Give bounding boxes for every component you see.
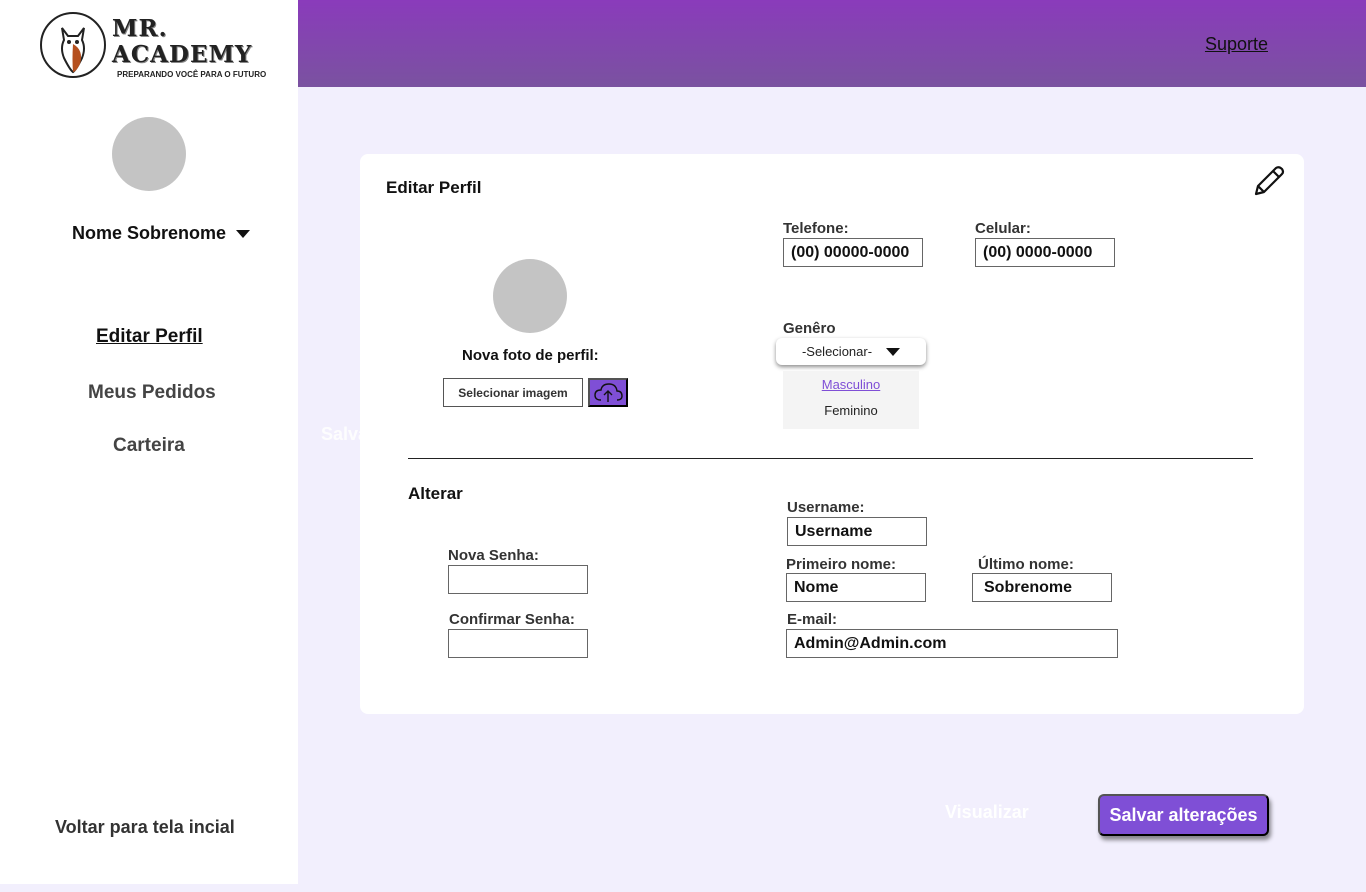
pencil-icon[interactable] [1250, 162, 1288, 200]
gender-select[interactable]: -Selecionar- [776, 338, 926, 365]
top-header: Suporte [298, 0, 1366, 87]
email-input[interactable] [786, 629, 1118, 658]
confirm-password-label: Confirmar Senha: [449, 611, 575, 628]
mobile-input[interactable] [975, 238, 1115, 267]
support-link[interactable]: Suporte [1205, 34, 1268, 55]
save-changes-button[interactable]: Salvar alterações [1098, 794, 1269, 836]
brand-title: MR. ACADEMY [112, 15, 253, 68]
phone-label: Telefone: [783, 220, 849, 237]
change-section-title: Alterar [408, 484, 463, 503]
new-password-input[interactable] [448, 565, 588, 594]
nav-my-orders[interactable]: Meus Pedidos [88, 382, 216, 404]
nav-edit-profile[interactable]: Editar Perfil [96, 326, 203, 348]
new-password-label: Nova Senha: [448, 547, 539, 564]
username-input[interactable] [787, 517, 927, 546]
caret-down-icon [236, 229, 251, 238]
visualize-button[interactable]: Visualizar [945, 802, 1029, 823]
user-menu[interactable]: Nome Sobrenome [72, 223, 251, 244]
gender-label: Genêro [783, 320, 836, 337]
last-name-label: Último nome: [978, 556, 1074, 573]
confirm-password-input[interactable] [448, 629, 588, 658]
caret-down-icon [886, 347, 901, 356]
sidebar-avatar [112, 117, 186, 191]
profile-avatar [493, 259, 567, 333]
gender-option-male[interactable]: Masculino [783, 377, 919, 392]
new-photo-label: Nova foto de perfil: [462, 347, 599, 364]
gender-option-female[interactable]: Feminino [783, 403, 919, 418]
owl-logo-icon [40, 12, 106, 78]
nav-wallet[interactable]: Carteira [113, 435, 185, 457]
username-label: Username: [787, 499, 865, 516]
section-divider [408, 458, 1253, 459]
first-name-label: Primeiro nome: [786, 556, 897, 573]
phone-input[interactable] [783, 238, 923, 267]
brand-tagline: PREPARANDO VOCÊ PARA O FUTURO [117, 70, 267, 79]
mobile-label: Celular: [975, 220, 1031, 237]
cloud-upload-icon [594, 382, 623, 402]
user-name: Nome Sobrenome [72, 223, 227, 243]
last-name-input[interactable] [972, 573, 1112, 602]
back-home-link[interactable]: Voltar para tela incial [55, 817, 235, 838]
edit-profile-card: Editar Perfil Nova foto de perfil: Selec… [360, 154, 1304, 714]
upload-button[interactable] [588, 378, 628, 407]
gender-selected: -Selecionar- [801, 344, 873, 359]
first-name-input[interactable] [786, 573, 926, 602]
gender-menu: Masculino Feminino [783, 371, 919, 429]
select-image-button[interactable]: Selecionar imagem [443, 378, 583, 407]
card-title: Editar Perfil [386, 178, 482, 197]
email-label: E-mail: [787, 611, 838, 628]
brand-logo[interactable]: MR. ACADEMY PREPARANDO VOCÊ PARA O FUTUR… [40, 12, 270, 82]
sidebar: MR. ACADEMY PREPARANDO VOCÊ PARA O FUTUR… [0, 0, 298, 884]
